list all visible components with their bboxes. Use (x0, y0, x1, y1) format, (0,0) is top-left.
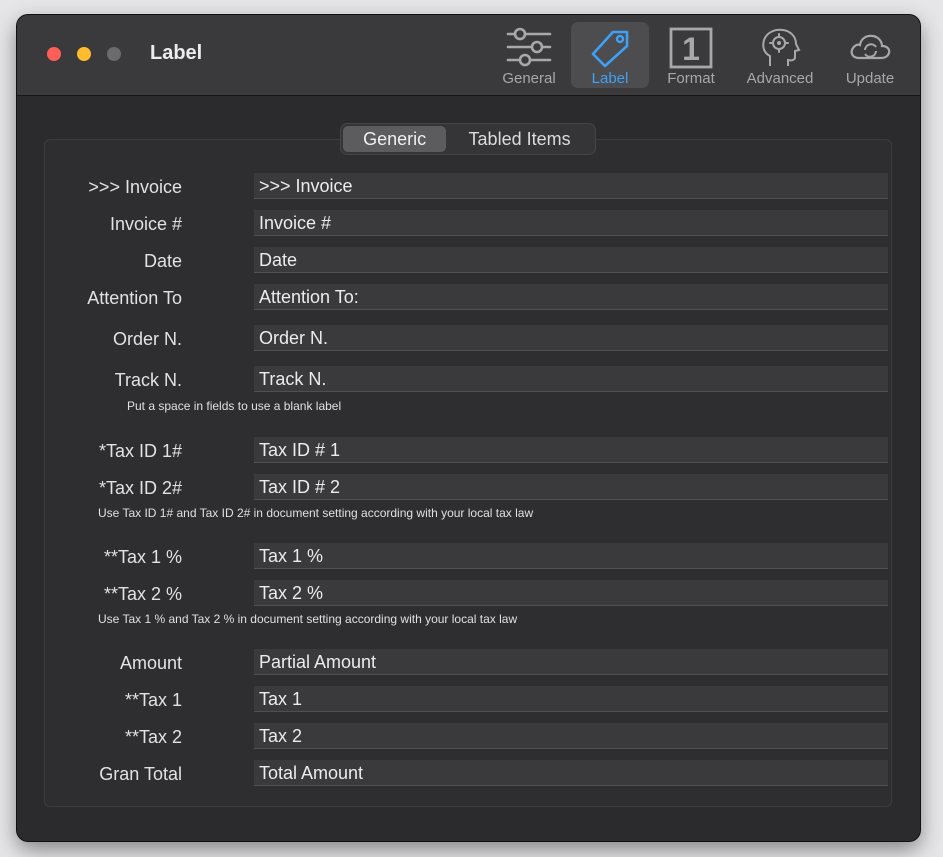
label-attention-to: Attention To (87, 288, 182, 308)
field-gran-total[interactable]: Total Amount (254, 760, 888, 786)
label-amount: Amount (119, 653, 182, 673)
svg-text:1: 1 (682, 31, 700, 67)
tab-generic[interactable]: Generic (343, 126, 447, 152)
label-invoice-number: Invoice # (109, 214, 182, 234)
field-attention-to[interactable]: Attention To: (254, 284, 888, 310)
gear-head-icon (762, 28, 801, 66)
field-tax-1[interactable]: Tax 1 (254, 686, 888, 712)
field-tax-2-percent[interactable]: Tax 2 % (254, 580, 888, 606)
field-order-number[interactable]: Order N. (254, 325, 888, 351)
field-invoice-number[interactable]: Invoice # (254, 210, 888, 236)
zoom-button[interactable] (107, 47, 121, 61)
toolbar-label[interactable]: Label (571, 22, 649, 88)
field-tax-id-1[interactable]: Tax ID # 1 (254, 437, 888, 463)
hint-blank-label: Put a space in fields to use a blank lab… (127, 399, 342, 413)
field-amount[interactable]: Partial Amount (254, 649, 888, 675)
toolbar-advanced[interactable]: Advanced (737, 22, 823, 88)
field-track-number[interactable]: Track N. (254, 366, 888, 392)
toolbar-general[interactable]: General (490, 22, 568, 88)
toolbar-label-label: Label (591, 70, 629, 87)
toolbar-update[interactable]: Update (831, 22, 909, 88)
minimize-button[interactable] (77, 47, 91, 61)
field-tax-2[interactable]: Tax 2 (254, 723, 888, 749)
toolbar-update-label: Update (845, 70, 895, 87)
toolbar-format[interactable]: 1 Format (652, 22, 730, 88)
label-gran-total: Gran Total (99, 764, 182, 784)
number-one-box-icon: 1 (669, 27, 713, 69)
tag-icon (591, 30, 629, 68)
label-tax-id-2: *Tax ID 2# (98, 478, 182, 498)
sliders-icon (506, 27, 552, 67)
hint-tax-id: Use Tax ID 1# and Tax ID 2# in document … (98, 506, 534, 520)
hint-tax-percent: Use Tax 1 % and Tax 2 % in document sett… (98, 612, 518, 626)
label-tax-id-1: *Tax ID 1# (98, 441, 182, 461)
content-area: Generic Tabled Items >>> Invoice >>> Inv… (17, 96, 920, 841)
field-tax-id-2[interactable]: Tax ID # 2 (254, 474, 888, 500)
label-invoice-title: >>> Invoice (88, 177, 182, 197)
label-tax-1: **Tax 1 (124, 690, 182, 710)
field-date[interactable]: Date (254, 247, 888, 273)
cloud-sync-icon (850, 34, 891, 60)
field-invoice-title[interactable]: >>> Invoice (254, 173, 888, 199)
window-title: Label (150, 42, 203, 64)
toolbar-advanced-label: Advanced (746, 70, 814, 87)
label-date: Date (143, 251, 182, 271)
label-settings-group: >>> Invoice >>> Invoice Invoice # Invoic… (44, 139, 892, 807)
field-tax-1-percent[interactable]: Tax 1 % (254, 543, 888, 569)
toolbar-general-label: General (502, 70, 556, 87)
tab-tabled-items[interactable]: Tabled Items (446, 126, 593, 152)
preferences-window: Label General Label 1 Format Advanced Up… (17, 15, 920, 841)
label-tax-2-percent: **Tax 2 % (103, 584, 182, 604)
label-track-number: Track N. (114, 370, 182, 390)
segmented-control: Generic Tabled Items (340, 123, 596, 155)
toolbar-format-label: Format (667, 70, 715, 87)
label-tax-1-percent: **Tax 1 % (103, 547, 182, 567)
title-bar: Label General Label 1 Format Advanced Up… (17, 15, 920, 96)
close-button[interactable] (47, 47, 61, 61)
label-tax-2: **Tax 2 (124, 727, 182, 747)
label-order-number: Order N. (112, 329, 182, 349)
